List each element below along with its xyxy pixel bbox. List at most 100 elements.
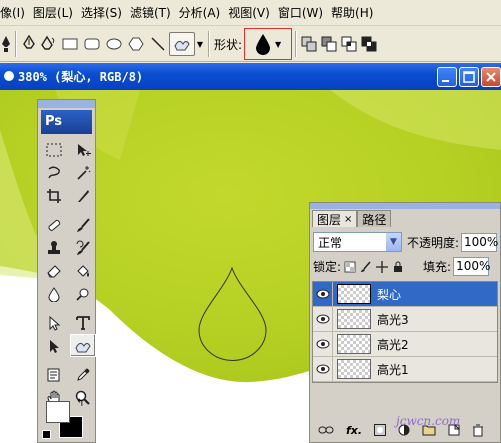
exclude-icon[interactable] — [359, 32, 379, 56]
panel-grip[interactable] — [38, 100, 95, 108]
paint-bucket-icon[interactable] — [70, 259, 96, 282]
layer-name: 高光1 — [377, 362, 409, 377]
separator — [208, 31, 209, 57]
menu-layer[interactable]: 图层(L) — [33, 4, 81, 21]
chevron-down-icon[interactable]: ▼ — [195, 32, 205, 56]
link-layers-icon[interactable] — [318, 425, 334, 435]
menu-bar: 像(I) 图层(L) 选择(S) 滤镜(T) 分析(A) 视图(V) 窗口(W)… — [0, 0, 501, 26]
slice-icon[interactable] — [70, 184, 96, 207]
freeform-pen-icon[interactable] — [39, 32, 59, 56]
lock-all-icon[interactable] — [391, 260, 405, 274]
close-icon[interactable]: × — [344, 214, 352, 225]
move-icon[interactable] — [70, 138, 96, 161]
options-bar: ▼ 形状: ▼ — [0, 27, 501, 62]
menu-analysis[interactable]: 分析(A) — [179, 4, 229, 21]
lasso-icon[interactable] — [41, 161, 67, 184]
opacity-field[interactable]: 100% — [461, 232, 498, 252]
healing-brush-icon[interactable] — [41, 213, 67, 236]
color-swatches: ↰ — [42, 398, 92, 440]
blur-icon[interactable] — [41, 282, 67, 305]
layer-row[interactable]: 高光3 — [313, 307, 497, 332]
direct-selection-icon[interactable] — [41, 334, 67, 357]
fill-label: 填充: — [423, 260, 452, 274]
layer-thumbnail — [337, 284, 371, 304]
chevron-down-icon: ▼ — [385, 233, 401, 251]
ps-logo[interactable]: Ps — [41, 110, 92, 134]
minimize-button[interactable] — [437, 67, 457, 87]
crop-icon[interactable] — [41, 184, 67, 207]
close-button[interactable] — [481, 67, 501, 87]
tools-panel: Ps ↰ — [37, 99, 96, 443]
line-icon[interactable] — [147, 32, 169, 56]
tab-layers-label: 图层 — [317, 212, 342, 227]
layer-thumbnail — [337, 309, 371, 329]
layer-name: 梨心 — [377, 287, 402, 302]
blend-mode-value: 正常 — [318, 235, 343, 250]
brush-icon[interactable] — [70, 213, 96, 236]
ellipse-icon[interactable] — [103, 32, 125, 56]
lock-transparency-icon[interactable] — [343, 260, 357, 274]
foreground-color-swatch[interactable] — [46, 401, 70, 423]
magic-wand-icon[interactable] — [70, 161, 96, 184]
rectangle-icon[interactable] — [59, 32, 81, 56]
subtract-icon[interactable] — [319, 32, 339, 56]
layers-panel: 图层 × 路径 正常 ▼ 不透明度: 100% 锁定: 填充: 100% 梨心 — [309, 202, 501, 443]
layer-thumbnail — [337, 359, 371, 379]
menu-view[interactable]: 视图(V) — [228, 4, 278, 21]
layer-row[interactable]: 高光2 — [313, 332, 497, 357]
opacity-label: 不透明度: — [406, 235, 459, 250]
lock-pixels-icon[interactable] — [359, 260, 373, 274]
tab-paths[interactable]: 路径 — [357, 210, 392, 227]
eraser-icon[interactable] — [41, 259, 67, 282]
default-colors-icon[interactable] — [42, 430, 51, 439]
layer-name: 高光3 — [377, 312, 409, 327]
chevron-down-icon: ▼ — [274, 39, 282, 49]
menu-filter[interactable]: 滤镜(T) — [130, 4, 179, 21]
eye-icon[interactable] — [313, 282, 333, 306]
separator — [295, 31, 297, 57]
eye-icon[interactable] — [313, 332, 333, 356]
history-brush-icon[interactable] — [70, 236, 96, 259]
swap-colors-icon[interactable]: ↰ — [76, 398, 84, 409]
layer-row[interactable]: 高光1 — [313, 357, 497, 382]
dodge-icon[interactable] — [70, 282, 96, 305]
delete-layer-icon[interactable] — [472, 424, 484, 437]
watermark-text: jcwcn.com — [396, 414, 461, 428]
intersect-icon[interactable] — [339, 32, 359, 56]
layer-name: 高光2 — [377, 337, 409, 352]
eye-icon[interactable] — [313, 357, 333, 381]
pen-icon[interactable] — [19, 32, 39, 56]
separator — [15, 31, 16, 57]
menu-select[interactable]: 选择(S) — [81, 4, 130, 21]
polygon-icon[interactable] — [125, 32, 147, 56]
shape-picker[interactable]: ▼ — [244, 28, 293, 60]
layer-mask-icon[interactable] — [374, 424, 387, 436]
tab-layers[interactable]: 图层 × — [312, 210, 358, 227]
document-title-bar: 380% (梨心, RGB/8) — [0, 63, 501, 90]
menu-help[interactable]: 帮助(H) — [331, 4, 381, 21]
path-selection-icon[interactable] — [41, 311, 67, 334]
clone-stamp-icon[interactable] — [41, 236, 67, 259]
pen-tool-preset-icon[interactable] — [0, 32, 12, 56]
custom-shape-tool-icon[interactable] — [70, 334, 96, 357]
marquee-icon[interactable] — [41, 138, 67, 161]
eye-icon[interactable] — [313, 307, 333, 331]
notes-icon[interactable] — [41, 363, 67, 386]
shape-label: 形状: — [214, 37, 243, 52]
rounded-rectangle-icon[interactable] — [81, 32, 103, 56]
raindrop-shape-icon — [255, 34, 270, 55]
blend-mode-select[interactable]: 正常 ▼ — [313, 232, 402, 252]
add-icon[interactable] — [299, 32, 319, 56]
menu-image[interactable]: 像(I) — [0, 4, 33, 21]
layer-row[interactable]: 梨心 — [313, 282, 497, 307]
maximize-button[interactable] — [459, 67, 479, 87]
fx-icon[interactable]: fx. — [346, 424, 362, 437]
type-icon[interactable] — [70, 311, 96, 334]
fill-field[interactable]: 100% — [453, 257, 490, 276]
eyedropper-icon[interactable] — [70, 363, 96, 386]
tab-paths-label: 路径 — [362, 212, 387, 227]
document-title: 380% (梨心, RGB/8) — [18, 70, 144, 84]
menu-window[interactable]: 窗口(W) — [278, 4, 331, 21]
lock-position-icon[interactable] — [375, 260, 389, 274]
custom-shape-icon[interactable] — [169, 32, 195, 56]
